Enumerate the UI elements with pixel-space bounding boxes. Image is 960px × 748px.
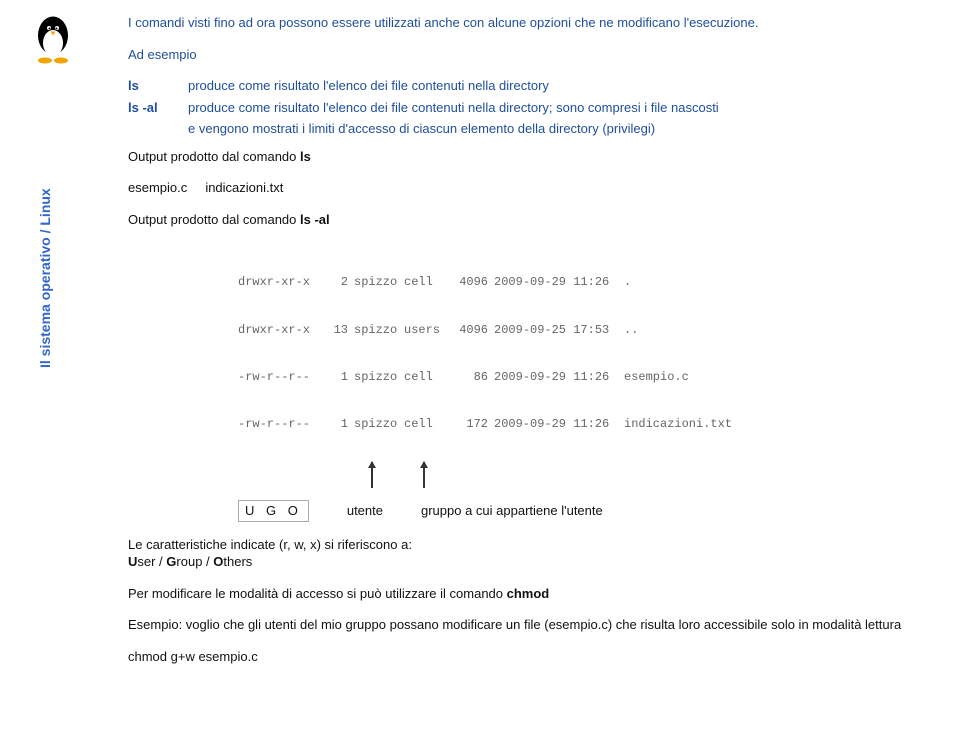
table-row: drwxr-xr-x13spizzousers40962009-09-25 17…	[238, 322, 928, 337]
desc-ls: produce come risultato l'elenco dei file…	[188, 77, 928, 95]
output-ls-heading: Output prodotto dal comando ls	[128, 148, 928, 166]
desc-lsal: produce come risultato l'elenco dei file…	[188, 99, 928, 117]
desc-lsal-cont: e vengono mostrati i limiti d'accesso di…	[128, 120, 928, 138]
arrow-icon	[371, 462, 373, 488]
output-ls: esempio.c indicazioni.txt	[128, 179, 928, 197]
def-ls: ls produce come risultato l'elenco dei f…	[128, 77, 928, 95]
ugo-box: U G O	[238, 500, 309, 522]
chmod-text: Per modificare le modalità di accesso si…	[128, 585, 928, 603]
sidebar-title: Il sistema operativo / Linux	[37, 188, 53, 368]
ugo-long: User / Group / Others	[128, 553, 928, 571]
esempio-text: Esempio: voglio che gli utenti del mio g…	[128, 616, 928, 634]
annotation-arrows	[238, 472, 928, 500]
intro-text-1: I comandi visti fino ad ora possono esse…	[128, 14, 928, 32]
table-row: -rw-r--r--1spizzocell862009-09-29 11:26e…	[238, 370, 928, 385]
caratt-text: Le caratteristiche indicate (r, w, x) si…	[128, 536, 928, 554]
label-gruppo: gruppo a cui appartiene l'utente	[421, 502, 603, 520]
ls-al-output: drwxr-xr-x2spizzocell40962009-09-29 11:2…	[238, 242, 928, 464]
table-row: -rw-r--r--1spizzocell1722009-09-29 11:26…	[238, 417, 928, 432]
cmd-lsal: ls -al	[128, 99, 188, 117]
cmd-ls: ls	[128, 77, 188, 95]
label-utente: utente	[347, 502, 383, 520]
intro-text-2: Ad esempio	[128, 46, 928, 64]
arrow-icon	[423, 462, 425, 488]
table-row: drwxr-xr-x2spizzocell40962009-09-29 11:2…	[238, 275, 928, 290]
chmod-example: chmod g+w esempio.c	[128, 648, 928, 666]
slide-content: I comandi visti fino ad ora possono esse…	[128, 14, 928, 680]
penguin-icon	[28, 10, 78, 66]
ugo-annotation: U G O utente gruppo a cui appartiene l'u…	[238, 500, 928, 522]
output-lsal-heading: Output prodotto dal comando ls -al	[128, 211, 928, 229]
def-lsal: ls -al produce come risultato l'elenco d…	[128, 99, 928, 117]
